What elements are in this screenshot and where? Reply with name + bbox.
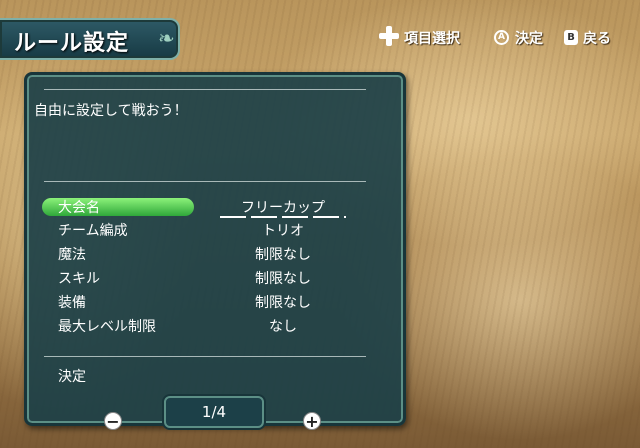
divider-bottom [44,356,366,357]
confirm-option[interactable]: 決定 [58,366,86,386]
setting-value: 制限なし [255,295,311,311]
setting-row-magic[interactable]: 魔法 制限なし [58,244,358,266]
hint-back: 戻る [583,31,611,47]
setting-label: チーム編成 [58,223,128,239]
page-indicator: 1/4 [164,396,264,428]
divider-middle [44,181,366,182]
setting-row-skill[interactable]: スキル 制限なし [58,268,358,290]
name-input-underline [220,216,346,218]
setting-value: 制限なし [255,247,311,263]
plus-button-icon[interactable]: + [303,412,321,430]
setting-label: スキル [58,271,100,287]
setting-label: 魔法 [58,247,86,263]
setting-value: トリオ [262,223,304,239]
minus-button-icon[interactable]: − [104,412,122,430]
setting-row-equipment[interactable]: 装備 制限なし [58,292,358,314]
setting-label: 装備 [58,295,86,311]
panel-description: 自由に設定して戦おう！ [34,103,188,119]
setting-row-max-level[interactable]: 最大レベル制限 なし [58,316,358,338]
dpad-icon [379,26,399,46]
hint-select: 項目選択 [404,31,460,47]
setting-label: 最大レベル制限 [58,319,156,335]
setting-label: 大会名 [58,200,100,216]
divider-top [44,89,366,90]
setting-row-team[interactable]: チーム編成 トリオ [58,220,358,242]
title-banner: ルール設定 ❧ [0,18,180,60]
hint-confirm: 決定 [515,31,543,47]
vine-ornament-icon: ❧ [158,26,175,50]
page-title: ルール設定 [14,31,130,56]
setting-value: 制限なし [255,271,311,287]
b-button-icon: B [564,30,578,45]
a-button-icon: A [494,30,509,45]
setting-value: なし [269,319,297,335]
